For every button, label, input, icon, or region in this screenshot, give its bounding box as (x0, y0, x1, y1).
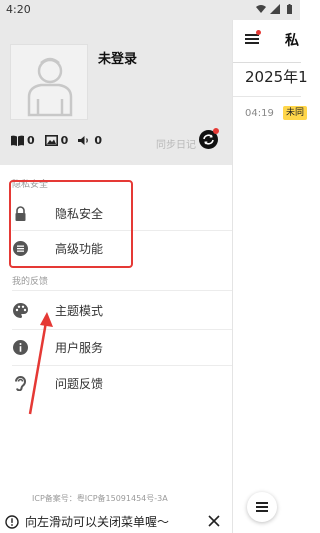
ear-icon (15, 375, 27, 391)
menu-item-theme[interactable]: 主题模式 (0, 293, 232, 327)
main-toolbar: 私 (233, 20, 301, 60)
book-icon (11, 135, 24, 146)
warning-icon (5, 514, 19, 529)
fab-list-icon (256, 502, 268, 512)
menu-item-user-service[interactable]: 用户服务 (0, 330, 232, 364)
volume-icon (78, 136, 89, 145)
sync-label: 同步日记 (156, 140, 196, 151)
status-bar: 4:20 (0, 0, 300, 20)
lock-icon (15, 205, 26, 221)
menu-item-privacy[interactable]: 隐私安全 (0, 196, 232, 230)
menu-item-feedback[interactable]: 问题反馈 (0, 366, 232, 400)
main-divider (233, 62, 301, 63)
image-icon (44, 135, 58, 146)
sync-notification-dot (213, 128, 219, 134)
swipe-tip-text: 向左滑动可以关闭菜单喔～ (25, 515, 170, 529)
user-avatar-icon (27, 57, 73, 117)
main-content: 私 2025年1 04:19 未同 (232, 20, 308, 533)
fab-menu-button[interactable] (247, 492, 277, 522)
menu-item-label: 高级功能 (55, 241, 104, 256)
palette-icon (13, 302, 28, 318)
menu-notification-dot (256, 30, 261, 35)
stat-audio-value: 0 (94, 134, 102, 147)
entry-sync-badge: 未同 (283, 106, 308, 120)
info-icon (13, 339, 28, 355)
close-icon[interactable] (208, 515, 220, 527)
list-icon (13, 240, 28, 256)
stat-audio: 0 (78, 134, 102, 147)
status-time: 4:20 (6, 3, 31, 16)
section-label-privacy: 隐私安全 (12, 180, 49, 190)
stat-images: 0 (44, 134, 69, 147)
swipe-tip-bar: 向左滑动可以关闭菜单喔～ (0, 510, 232, 533)
section-label-feedback: 我的反馈 (12, 277, 49, 287)
signal-icon (270, 4, 280, 14)
username[interactable]: 未登录 (98, 48, 137, 67)
wifi-icon (256, 5, 266, 13)
menu-item-advanced[interactable]: 高级功能 (0, 231, 232, 265)
main-title: 私 (285, 33, 299, 49)
menu-icon[interactable] (245, 34, 259, 44)
divider (12, 290, 232, 291)
stat-diaries: 0 (11, 134, 35, 147)
main-divider (233, 96, 301, 97)
status-icons (256, 4, 294, 14)
battery-icon (287, 4, 292, 14)
menu-item-label: 问题反馈 (55, 376, 104, 391)
avatar[interactable] (10, 44, 88, 120)
drawer-header: 未登录 0 0 0 同步日记 (0, 20, 232, 165)
stats-row: 0 0 0 (11, 134, 102, 147)
entry-time[interactable]: 04:19 (245, 108, 274, 119)
navigation-drawer: 未登录 0 0 0 同步日记 隐私安全 隐私安全 高级功能 我的反馈 主题模式 … (0, 20, 232, 533)
icp-record[interactable]: ICP备案号：粤ICP备15091454号-3A (32, 493, 168, 504)
stat-images-value: 0 (60, 134, 69, 147)
menu-item-label: 主题模式 (55, 303, 104, 318)
menu-item-label: 隐私安全 (55, 206, 104, 221)
stat-diaries-value: 0 (27, 134, 35, 147)
menu-item-label: 用户服务 (55, 340, 104, 355)
main-date-header: 2025年1 (245, 68, 308, 86)
